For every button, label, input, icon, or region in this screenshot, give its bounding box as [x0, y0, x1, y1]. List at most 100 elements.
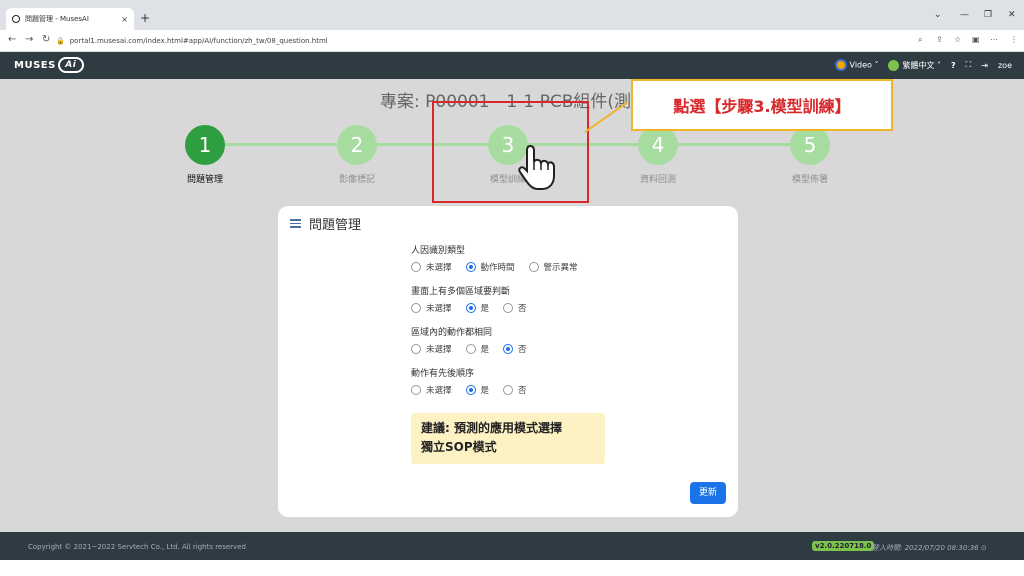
logout-icon[interactable]: ⇥ [981, 61, 988, 70]
step-2-circle[interactable]: 2 [337, 125, 377, 165]
logo-text: MUSES [14, 59, 56, 71]
app-header: MUSES Ai Video ˅ 繁體中文 ˅ ? ⛶ ⇥ zoe [0, 52, 1024, 79]
login-time: 登入時間: 2022/07/20 08:30:36 ⊙ [872, 543, 987, 553]
help-icon[interactable]: ? [951, 61, 956, 70]
radio-option[interactable]: 未選擇 [411, 343, 452, 355]
radio-option[interactable]: 未選擇 [411, 302, 452, 314]
share-icon[interactable]: ⇪ [936, 35, 943, 44]
language-menu[interactable]: 繁體中文 ˅ [888, 59, 942, 71]
back-icon[interactable]: ← [8, 34, 16, 45]
address-bar[interactable]: 🔒 portal1.musesai.com/index.html#app/AI/… [56, 33, 906, 49]
radio-button[interactable] [411, 344, 421, 354]
forward-icon[interactable]: → [25, 34, 33, 45]
browser-toolbar: ← → ↻ 🔒 portal1.musesai.com/index.html#a… [0, 30, 1024, 52]
language-label: 繁體中文 ˅ [902, 60, 942, 70]
radio-label: 是 [480, 304, 490, 314]
reload-icon[interactable]: ↻ [42, 34, 50, 45]
question-2-options: 未選擇 是 否 [411, 302, 541, 314]
restore-icon[interactable]: ❐ [984, 10, 992, 20]
tab-close-icon[interactable]: × [121, 15, 128, 24]
radio-button-checked[interactable] [465, 262, 476, 272]
lock-icon: 🔒 [56, 37, 65, 45]
radio-option[interactable]: 未選擇 [411, 384, 452, 396]
question-3-label: 區域內的動作都相同 [411, 328, 493, 338]
radio-option[interactable]: 否 [503, 384, 527, 396]
login-time-text: 登入時間: 2022/07/20 08:30:36 [872, 544, 979, 552]
step-5-circle[interactable]: 5 [790, 125, 830, 165]
radio-option[interactable]: 是 [465, 384, 490, 396]
app-footer: Copyright © 2021~2022 Servtech Co., Ltd.… [0, 532, 1024, 560]
video-label: Video ˅ [849, 60, 879, 70]
radio-label: 動作時間 [480, 263, 515, 273]
menu-icon[interactable]: ⋮ [1010, 35, 1018, 44]
video-icon [834, 59, 847, 71]
radio-label: 未選擇 [426, 304, 452, 314]
radio-label: 是 [480, 386, 490, 396]
step-4-label[interactable]: 資料回測 [618, 172, 698, 185]
radio-button-checked[interactable] [465, 385, 476, 395]
musesai-logo[interactable]: MUSES Ai [14, 57, 84, 73]
card-header: 問題管理 [290, 214, 361, 233]
extensions-icon[interactable]: ⋯ [990, 35, 998, 44]
step-1-label[interactable]: 問題管理 [165, 172, 245, 185]
new-tab-button[interactable]: + [140, 11, 150, 25]
step-4-circle[interactable]: 4 [638, 125, 678, 165]
side-panel-icon[interactable]: ▣ [972, 35, 980, 44]
radio-label: 未選擇 [426, 263, 452, 273]
radio-button-checked[interactable] [465, 303, 476, 313]
radio-option[interactable]: 否 [503, 302, 527, 314]
browser-tab[interactable]: 問題管理 - MusesAI × [6, 8, 134, 30]
logo-ai-badge: Ai [57, 57, 84, 73]
radio-option[interactable]: 是 [465, 343, 489, 355]
globe-icon [888, 59, 900, 71]
question-management-card: 問題管理 人因識別類型 未選擇 動作時間 警示異常 畫面上有多個區域要判斷 未選… [278, 206, 738, 517]
browser-window: 問題管理 - MusesAI × + ⌄ — ❐ ✕ ← → ↻ 🔒 porta… [0, 0, 1024, 576]
radio-option[interactable]: 警示異常 [528, 261, 578, 273]
radio-button[interactable] [503, 303, 514, 313]
radio-option[interactable]: 未選擇 [411, 261, 452, 273]
step-5-label[interactable]: 模型佈署 [770, 172, 850, 185]
tab-search-icon[interactable]: ⌄ [934, 10, 942, 20]
question-1-options: 未選擇 動作時間 警示異常 [411, 261, 592, 273]
radio-label: 未選擇 [426, 386, 452, 396]
question-3-options: 未選擇 是 否 [411, 343, 541, 355]
radio-button[interactable] [411, 303, 421, 313]
question-1-label: 人因識別類型 [411, 246, 466, 256]
tab-title: 問題管理 - MusesAI [25, 15, 89, 23]
radio-button[interactable] [465, 344, 476, 354]
radio-label: 未選擇 [426, 345, 452, 355]
video-menu[interactable]: Video ˅ [834, 59, 879, 71]
suggestion-line-2: 獨立SOP模式 [421, 440, 497, 454]
main-content: 專案: P00001 - 1-1 PCB組件(測試) 1 問題管理 2 影像標記… [0, 79, 1024, 532]
bookmark-star-icon[interactable]: ☆ [954, 35, 961, 44]
radio-label: 否 [518, 386, 527, 396]
suggestion-box: 建議: 預測的應用模式選擇 獨立SOP模式 [411, 413, 605, 464]
musesai-favicon-icon [12, 15, 20, 23]
header-tools: Video ˅ 繁體中文 ˅ ? ⛶ ⇥ zoe [834, 59, 1012, 71]
radio-button[interactable] [503, 385, 514, 395]
tab-strip: 問題管理 - MusesAI × + ⌄ — ❐ ✕ [0, 0, 1024, 30]
card-title: 問題管理 [309, 218, 362, 233]
question-2-label: 畫面上有多個區域要判斷 [411, 287, 511, 297]
pointing-hand-icon [518, 144, 555, 190]
zoom-icon[interactable]: ⌕ [918, 35, 922, 45]
copyright-text: Copyright © 2021~2022 Servtech Co., Ltd.… [28, 543, 246, 551]
user-name[interactable]: zoe [998, 61, 1012, 70]
radio-option[interactable]: 是 [465, 302, 490, 314]
minimize-icon[interactable]: — [960, 10, 969, 20]
instruction-callout: 點選【步驟3.模型訓練】 [631, 79, 893, 131]
radio-option[interactable]: 動作時間 [465, 261, 515, 273]
update-button[interactable]: 更新 [690, 482, 726, 504]
step-2-label[interactable]: 影像標記 [317, 172, 397, 185]
step-1-circle[interactable]: 1 [185, 125, 225, 165]
radio-button[interactable] [528, 262, 539, 272]
version-badge: v2.0.220718.0 [812, 541, 875, 551]
radio-button[interactable] [411, 385, 421, 395]
radio-label: 否 [518, 345, 527, 355]
suggestion-line-1: 建議: 預測的應用模式選擇 [421, 421, 562, 435]
fullscreen-icon[interactable]: ⛶ [966, 60, 972, 70]
radio-button-checked[interactable] [503, 344, 514, 354]
radio-button[interactable] [411, 262, 421, 272]
radio-option[interactable]: 否 [503, 343, 527, 355]
close-window-icon[interactable]: ✕ [1008, 10, 1016, 20]
